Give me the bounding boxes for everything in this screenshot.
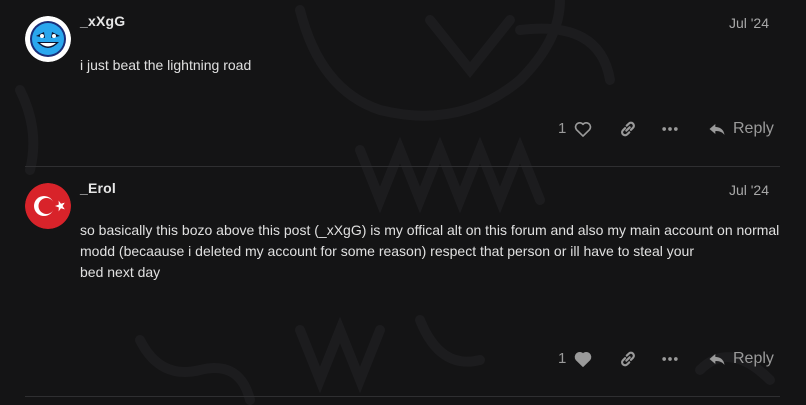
more-actions-button[interactable] — [660, 119, 680, 139]
ellipsis-icon — [662, 357, 678, 361]
topic-page: _xXgG Jul '24 i just beat the lightning … — [0, 0, 806, 405]
like-count[interactable]: 1 — [558, 350, 566, 367]
reply-label: Reply — [733, 120, 774, 137]
post: _Erol Jul '24 so basically this bozo abo… — [0, 167, 806, 399]
post-divider — [25, 396, 780, 397]
reply-button[interactable]: Reply — [707, 117, 774, 141]
post: _xXgG Jul '24 i just beat the lightning … — [0, 0, 806, 166]
post-text-line: so basically this bozo above this post (… — [80, 222, 780, 259]
avatar[interactable] — [25, 16, 71, 62]
copy-link-button[interactable] — [618, 349, 638, 369]
more-actions-button[interactable] — [660, 349, 680, 369]
like-count[interactable]: 1 — [558, 120, 566, 137]
post-actions: 1 Reply — [550, 346, 780, 372]
reply-arrow-icon — [709, 124, 725, 135]
reply-label: Reply — [733, 350, 774, 367]
post-date[interactable]: Jul '24 — [729, 15, 769, 31]
reply-button[interactable]: Reply — [707, 347, 774, 371]
avatar[interactable] — [25, 183, 71, 229]
post-body: i just beat the lightning road — [80, 55, 780, 76]
link-icon — [621, 121, 635, 137]
heart-outline-icon — [574, 121, 592, 137]
link-icon — [621, 351, 635, 367]
post-text-line: i just beat the lightning road — [80, 57, 252, 73]
like-button[interactable] — [573, 349, 593, 369]
ellipsis-icon — [662, 127, 678, 131]
post-text-line: bed next day — [80, 264, 161, 280]
username[interactable]: _xXgG — [80, 13, 125, 29]
reply-arrow-icon — [709, 354, 725, 365]
post-date[interactable]: Jul '24 — [729, 182, 769, 198]
heart-filled-icon — [574, 351, 592, 367]
geometry-dash-face-icon — [25, 16, 71, 62]
like-button[interactable] — [573, 119, 593, 139]
copy-link-button[interactable] — [618, 119, 638, 139]
turkish-flag-icon — [25, 183, 71, 229]
post-actions: 1 Reply — [550, 116, 780, 142]
post-body: so basically this bozo above this post (… — [80, 220, 780, 283]
username[interactable]: _Erol — [80, 180, 116, 196]
